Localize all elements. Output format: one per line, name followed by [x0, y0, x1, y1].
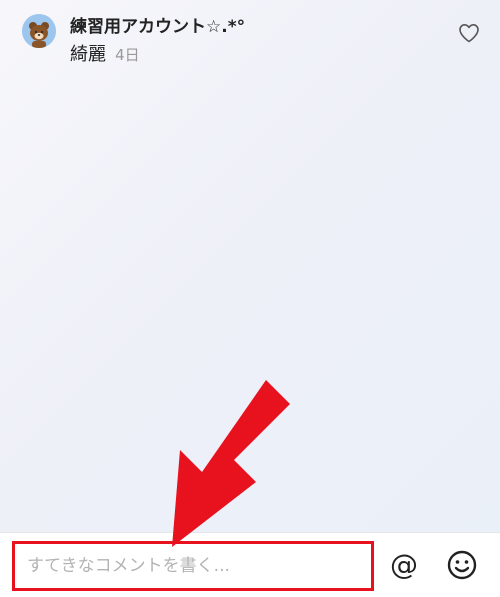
bear-avatar-icon [22, 14, 56, 48]
annotation-arrow [172, 380, 290, 547]
heart-outline-icon [459, 24, 479, 43]
mention-label: @ [390, 548, 418, 581]
comment-text: 綺麗 [70, 44, 106, 65]
smiley-face-icon [447, 550, 477, 580]
emoji-button[interactable] [445, 548, 479, 582]
comment-timestamp: 4日 [115, 46, 140, 64]
comment-input[interactable] [12, 541, 374, 591]
comment-composer-bar: @ [0, 532, 500, 597]
mention-button[interactable]: @ [387, 548, 421, 582]
red-arrow-icon [172, 380, 290, 547]
at-sign-icon: @ [390, 548, 418, 581]
comment-username[interactable]: 練習用アカウント☆.*° [70, 12, 245, 37]
comment-item: 練習用アカウント☆.*° 綺麗 4日 [20, 12, 490, 72]
like-button[interactable] [457, 21, 481, 45]
user-avatar[interactable] [22, 14, 56, 48]
comment-body: 綺麗 4日 [70, 40, 140, 66]
